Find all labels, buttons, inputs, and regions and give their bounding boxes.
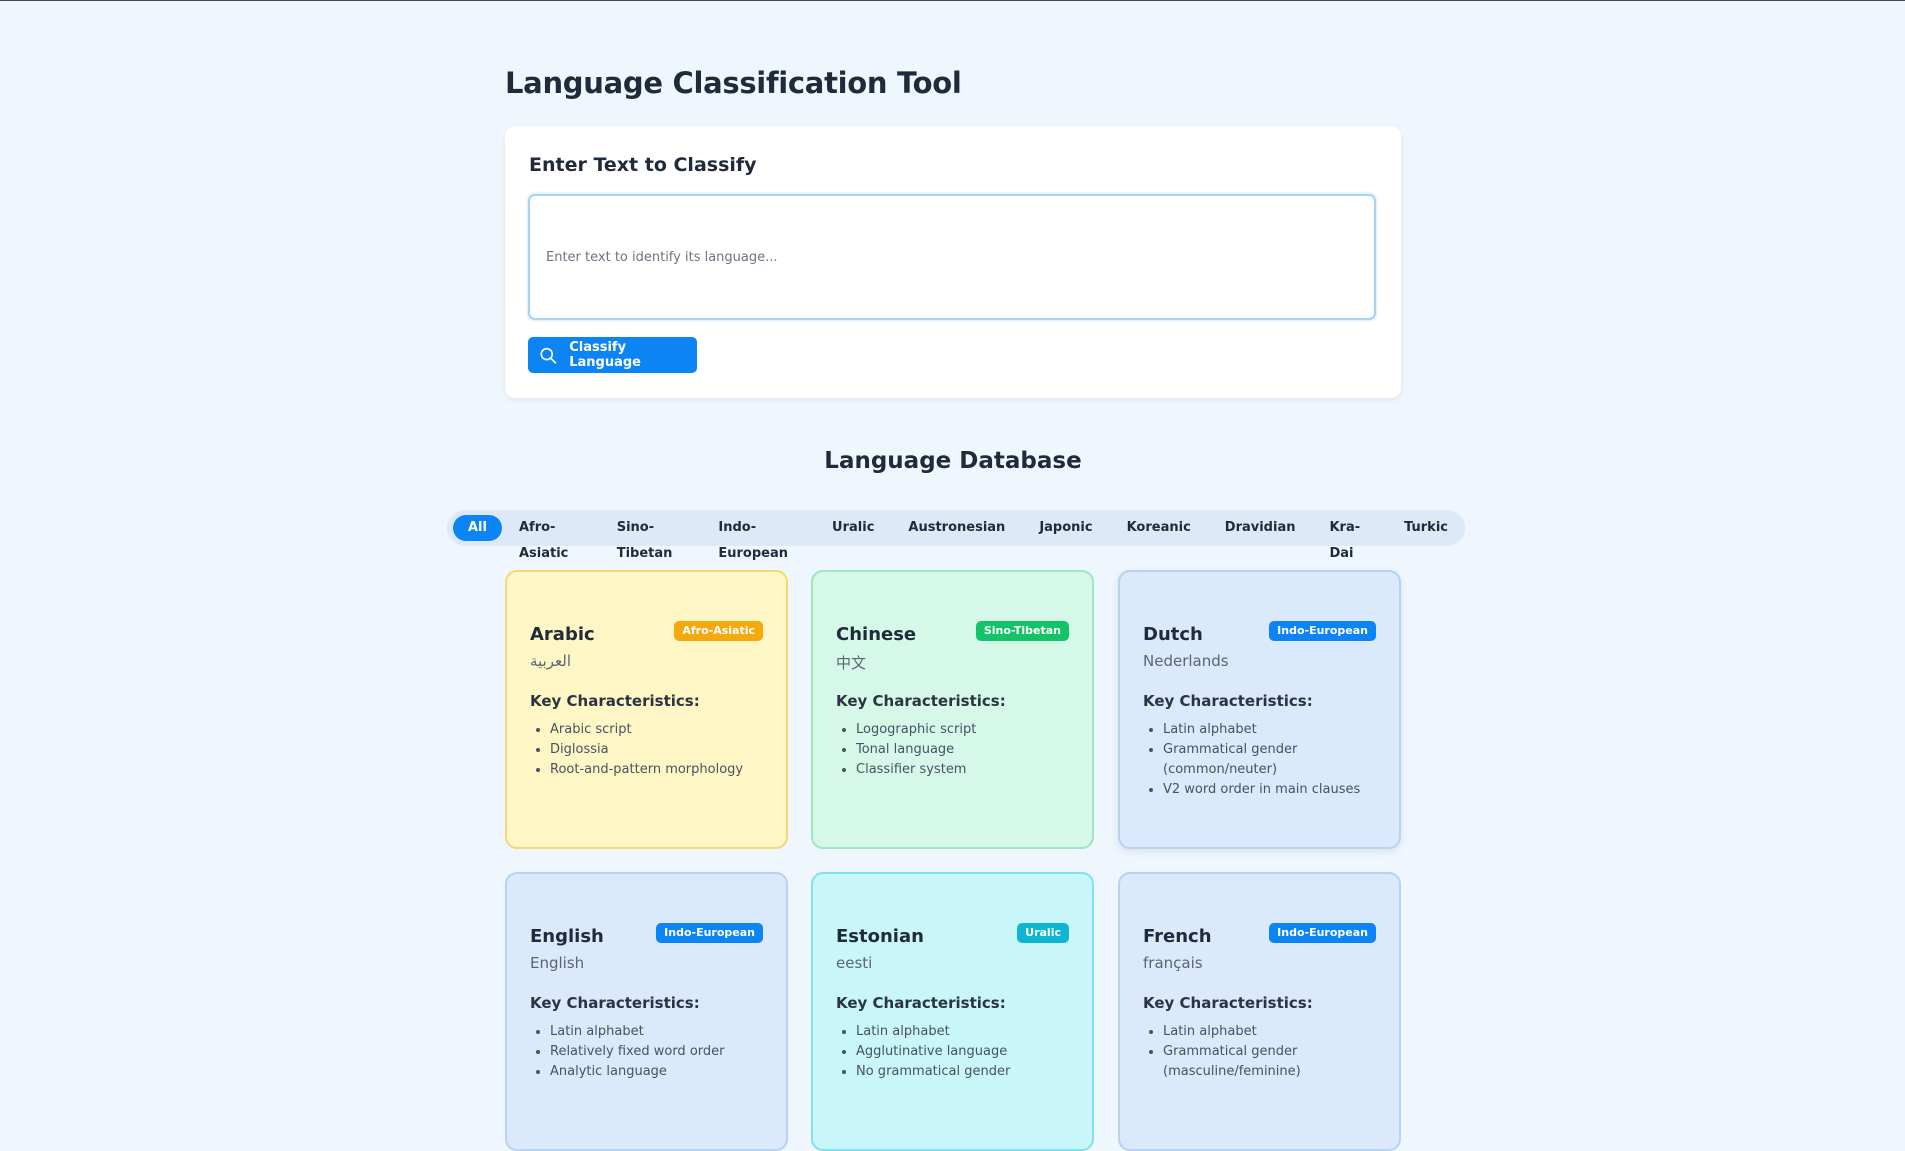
filter-chip-austronesian[interactable]: Austronesian (891, 515, 1022, 541)
family-badge: Sino-Tibetan (975, 621, 1069, 641)
family-badge: Indo-European (1269, 621, 1376, 641)
list-item: Grammatical gender (common/neuter) (1163, 740, 1399, 780)
native-name: Nederlands (1143, 652, 1229, 670)
filter-chip-afro-asiatic[interactable]: Afro-Asiatic (502, 515, 600, 561)
filter-chip-indo-european[interactable]: Indo-European (701, 515, 815, 561)
filter-chip-uralic[interactable]: Uralic (815, 515, 891, 541)
family-badge: Indo-European (656, 923, 763, 943)
characteristics-heading: Key Characteristics: (530, 692, 700, 710)
filter-chip-kra-dai[interactable]: Kra-Dai (1312, 515, 1387, 561)
family-badge: Uralic (1017, 923, 1069, 943)
filter-chip-dravidian[interactable]: Dravidian (1208, 515, 1313, 541)
native-name: français (1143, 954, 1203, 972)
family-badge: Indo-European (1269, 923, 1376, 943)
list-item: Agglutinative language (856, 1042, 1010, 1062)
characteristics-list: Latin alphabet Relatively fixed word ord… (530, 1022, 724, 1082)
list-item: Grammatical gender (masculine/feminine) (1163, 1042, 1399, 1082)
characteristics-list: Latin alphabet Grammatical gender (mascu… (1143, 1022, 1399, 1082)
list-item: Logographic script (856, 720, 976, 740)
native-name: العربية (530, 652, 571, 670)
list-item: Latin alphabet (550, 1022, 724, 1042)
language-name: French (1143, 926, 1212, 947)
filter-chip-turkic[interactable]: Turkic (1387, 515, 1465, 541)
text-input[interactable]: Enter text to identify its language... (528, 194, 1376, 320)
list-item: Diglossia (550, 740, 743, 760)
list-item: Arabic script (550, 720, 743, 740)
filter-chip-japonic[interactable]: Japonic (1022, 515, 1109, 541)
filter-chip-all[interactable]: All (453, 515, 502, 541)
search-icon (540, 347, 557, 364)
classify-button-label: Classify Language (569, 340, 642, 370)
language-card-arabic[interactable]: Arabic Afro-Asiatic العربية Key Characte… (505, 570, 788, 849)
list-item: Latin alphabet (1163, 720, 1399, 740)
native-name: 中文 (836, 654, 867, 672)
family-filter-bar: All Afro-Asiatic Sino-Tibetan Indo-Europ… (447, 510, 1465, 561)
language-card-chinese[interactable]: Chinese Sino-Tibetan 中文 Key Characterist… (811, 570, 1094, 849)
classify-heading: Enter Text to Classify (529, 154, 757, 176)
family-badge: Afro-Asiatic (674, 621, 763, 641)
list-item: Analytic language (550, 1062, 724, 1082)
characteristics-heading: Key Characteristics: (1143, 994, 1313, 1012)
classify-panel: Enter Text to Classify Enter text to ide… (505, 126, 1401, 398)
language-name: Dutch (1143, 624, 1203, 645)
language-name: English (530, 926, 604, 947)
language-name: Estonian (836, 926, 924, 947)
classify-button[interactable]: Classify Language (528, 337, 697, 373)
characteristics-list: Logographic script Tonal language Classi… (836, 720, 976, 780)
native-name: eesti (836, 954, 873, 972)
characteristics-list: Latin alphabet Agglutinative language No… (836, 1022, 1010, 1082)
characteristics-heading: Key Characteristics: (1143, 692, 1313, 710)
characteristics-list: Latin alphabet Grammatical gender (commo… (1143, 720, 1399, 800)
list-item: Classifier system (856, 760, 976, 780)
list-item: Tonal language (856, 740, 976, 760)
list-item: Latin alphabet (856, 1022, 1010, 1042)
language-card-english[interactable]: English Indo-European English Key Charac… (505, 872, 788, 1151)
list-item: No grammatical gender (856, 1062, 1010, 1082)
list-item: Latin alphabet (1163, 1022, 1399, 1042)
language-name: Chinese (836, 624, 917, 645)
list-item: V2 word order in main clauses (1163, 780, 1399, 800)
characteristics-list: Arabic script Diglossia Root-and-pattern… (530, 720, 743, 780)
characteristics-heading: Key Characteristics: (836, 692, 1006, 710)
language-name: Arabic (530, 624, 595, 645)
language-card-french[interactable]: French Indo-European français Key Charac… (1118, 872, 1401, 1151)
page-title: Language Classification Tool (505, 66, 962, 100)
list-item: Relatively fixed word order (550, 1042, 724, 1062)
list-item: Root-and-pattern morphology (550, 760, 743, 780)
filter-chip-koreanic[interactable]: Koreanic (1110, 515, 1208, 541)
text-input-placeholder: Enter text to identify its language... (546, 249, 778, 265)
characteristics-heading: Key Characteristics: (836, 994, 1006, 1012)
characteristics-heading: Key Characteristics: (530, 994, 700, 1012)
filter-chip-sino-tibetan[interactable]: Sino-Tibetan (600, 515, 702, 561)
database-title: Language Database (824, 448, 1082, 474)
language-card-dutch[interactable]: Dutch Indo-European Nederlands Key Chara… (1118, 570, 1401, 849)
native-name: English (530, 954, 585, 972)
language-card-estonian[interactable]: Estonian Uralic eesti Key Characteristic… (811, 872, 1094, 1151)
